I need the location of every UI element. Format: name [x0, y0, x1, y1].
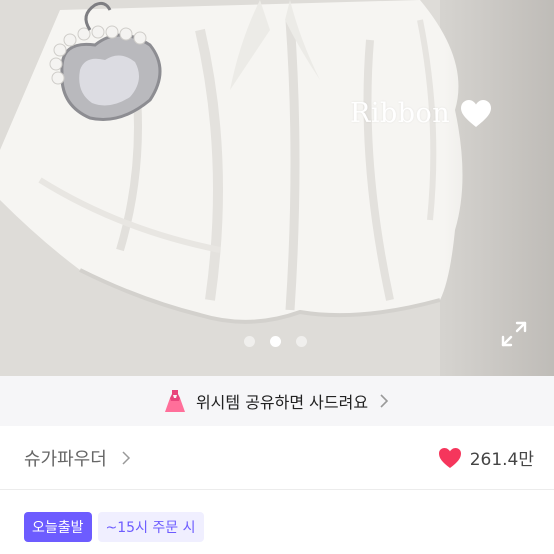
shop-name: 슈가파우더 — [24, 448, 107, 470]
shop-row: 슈가파우더 261.4만 — [0, 426, 554, 490]
like-count: 261.4만 — [469, 450, 534, 470]
share-banner-text: 위시템 공유하면 사드려요 — [195, 393, 369, 412]
product-image-carousel[interactable]: Ribbon — [0, 0, 554, 376]
ribbon-overlay-label: Ribbon — [350, 98, 451, 129]
pagination-dot-active[interactable] — [270, 336, 281, 347]
carousel-pagination — [244, 336, 307, 347]
wishlist-share-banner[interactable]: 위시템 공유하면 사드려요 — [0, 376, 554, 426]
expand-icon[interactable] — [500, 320, 528, 348]
photo-shadow — [444, 0, 554, 376]
order-cutoff-badge: ~15시 주문 시 — [97, 512, 204, 542]
shop-link[interactable]: 슈가파우더 — [24, 445, 131, 471]
like-button[interactable]: 261.4만 — [438, 445, 534, 470]
white-heart-icon — [461, 99, 492, 127]
pagination-dot[interactable] — [296, 336, 307, 347]
chevron-right-icon — [380, 394, 389, 408]
today-shipping-badge: 오늘출발 — [24, 512, 92, 542]
ribbon-overlay: Ribbon — [350, 98, 492, 129]
delivery-badges: 오늘출발 ~15시 주문 시 — [24, 512, 204, 542]
heart-icon — [438, 447, 461, 468]
pagination-dot[interactable] — [244, 336, 255, 347]
dress-icon — [164, 390, 185, 412]
chevron-right-icon — [122, 450, 130, 465]
